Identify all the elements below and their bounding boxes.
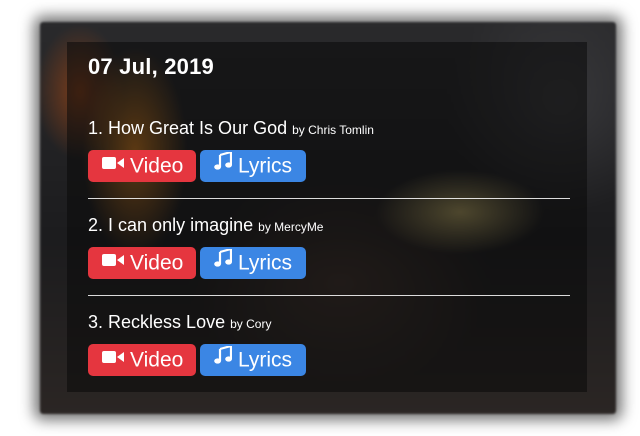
song-divider [88, 295, 570, 296]
song-title-line: 3. Reckless Love by Cory [88, 310, 568, 336]
song-number: 3. [88, 312, 104, 332]
song-artist: by Chris Tomlin [292, 123, 374, 137]
video-button-label: Video [130, 348, 184, 372]
lyrics-button[interactable]: Lyrics [200, 150, 306, 182]
song-title: I can only imagine [108, 215, 254, 235]
video-button[interactable]: Video [88, 344, 196, 376]
lyrics-button-label: Lyrics [238, 251, 293, 275]
music-note-icon [214, 245, 233, 277]
song-title: Reckless Love [108, 312, 226, 332]
page: 07 Jul, 2019 1. How Great Is Our God by … [0, 0, 640, 436]
video-camera-icon [102, 148, 124, 180]
song-actions: Video Lyrics [88, 344, 568, 376]
song-title: How Great Is Our God [108, 118, 288, 138]
music-note-icon [214, 148, 233, 180]
lyrics-button[interactable]: Lyrics [200, 344, 306, 376]
song-item: 3. Reckless Love by Cory Video Lyrics [88, 310, 568, 376]
lyrics-button-label: Lyrics [238, 348, 293, 372]
music-note-icon [214, 342, 233, 374]
video-button-label: Video [130, 154, 184, 178]
setlist: 07 Jul, 2019 1. How Great Is Our God by … [88, 50, 570, 376]
song-number: 1. [88, 118, 104, 138]
song-title-line: 1. How Great Is Our God by Chris Tomlin [88, 116, 568, 142]
song-item: 1. How Great Is Our God by Chris Tomlin … [88, 116, 568, 182]
song-artist: by Cory [230, 317, 272, 331]
service-date: 07 Jul, 2019 [88, 54, 214, 79]
song-item: 2. I can only imagine by MercyMe Video L… [88, 213, 568, 279]
lyrics-button[interactable]: Lyrics [200, 247, 306, 279]
song-actions: Video Lyrics [88, 150, 568, 182]
video-camera-icon [102, 245, 124, 277]
song-number: 2. [88, 215, 104, 235]
video-camera-icon [102, 342, 124, 374]
song-actions: Video Lyrics [88, 247, 568, 279]
song-artist: by MercyMe [258, 220, 324, 234]
song-divider [88, 198, 570, 199]
song-title-line: 2. I can only imagine by MercyMe [88, 213, 568, 239]
lyrics-button-label: Lyrics [238, 154, 293, 178]
video-button-label: Video [130, 251, 184, 275]
video-button[interactable]: Video [88, 247, 196, 279]
video-button[interactable]: Video [88, 150, 196, 182]
